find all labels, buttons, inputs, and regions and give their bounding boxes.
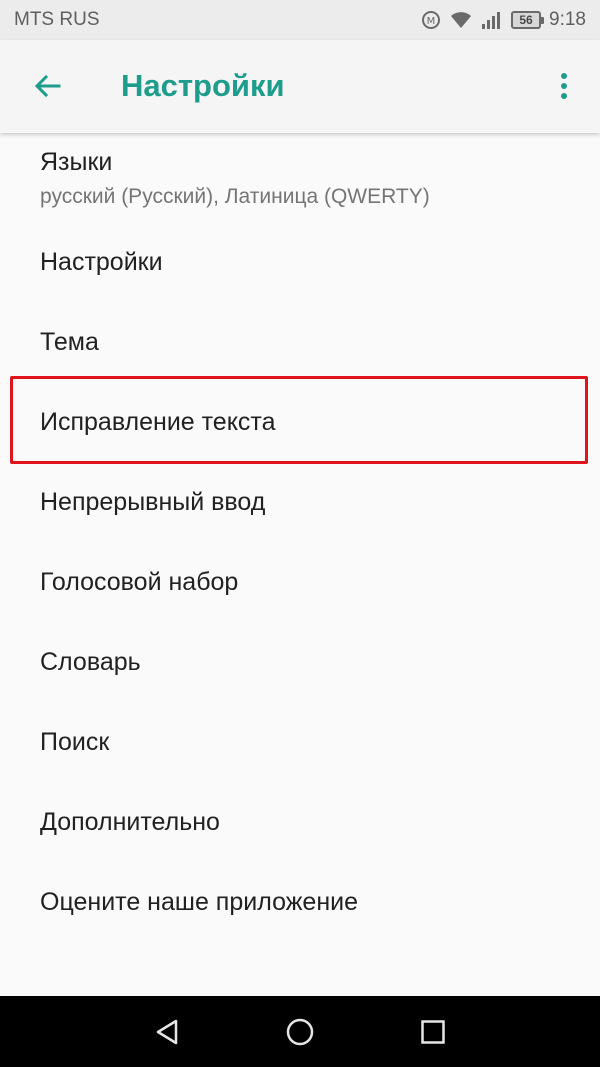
settings-item-voice-typing[interactable]: Голосовой набор: [0, 538, 600, 618]
svg-text:M: M: [427, 16, 436, 27]
back-triangle-icon: [156, 1019, 178, 1044]
wifi-icon: [449, 10, 473, 30]
status-bar: MTS RUS M 56 9:18: [0, 0, 600, 40]
battery-icon: 56: [511, 11, 545, 29]
home-circle-icon: [286, 1018, 314, 1045]
clock: 9:18: [549, 9, 586, 30]
data-saver-icon: M: [421, 10, 441, 30]
settings-item-text-correction[interactable]: Исправление текста: [0, 378, 600, 458]
settings-item-preferences[interactable]: Настройки: [0, 218, 600, 298]
signal-icon: [481, 10, 503, 30]
overflow-menu-button[interactable]: [544, 62, 584, 110]
carrier-label: MTS RUS: [14, 9, 100, 30]
page-title: Настройки: [121, 68, 285, 103]
item-label: Языки: [40, 148, 113, 176]
settings-item-advanced[interactable]: Дополнительно: [0, 778, 600, 858]
nav-back-button[interactable]: [132, 996, 202, 1067]
nav-recents-button[interactable]: [398, 996, 468, 1067]
settings-item-glide-typing[interactable]: Непрерывный ввод: [0, 458, 600, 538]
back-button[interactable]: [24, 62, 72, 110]
item-label: Оцените наше приложение: [40, 888, 358, 916]
settings-item-theme[interactable]: Тема: [0, 298, 600, 378]
battery-level: 56: [519, 13, 533, 27]
settings-item-rate-app[interactable]: Оцените наше приложение: [0, 858, 600, 938]
status-icons: M 56 9:18: [421, 9, 586, 31]
settings-item-dictionary[interactable]: Словарь: [0, 618, 600, 698]
nav-home-button[interactable]: [265, 996, 335, 1067]
item-label: Тема: [40, 328, 99, 356]
item-subtitle: русский (Русский), Латиница (QWERTY): [40, 185, 430, 208]
more-vert-icon: [561, 73, 567, 99]
arrow-left-icon: [34, 74, 61, 98]
item-label: Настройки: [40, 248, 163, 276]
screen: MTS RUS M 56 9:18 Настройки Языки русски…: [0, 0, 600, 1067]
navigation-bar: [0, 996, 600, 1067]
app-bar: Настройки: [0, 40, 600, 133]
item-label: Дополнительно: [40, 808, 220, 836]
item-label: Исправление текста: [40, 408, 276, 436]
item-label: Голосовой набор: [40, 568, 239, 596]
item-label: Непрерывный ввод: [40, 488, 266, 516]
recents-square-icon: [421, 1019, 445, 1044]
settings-item-search[interactable]: Поиск: [0, 698, 600, 778]
item-label: Поиск: [40, 728, 110, 756]
item-label: Словарь: [40, 648, 141, 676]
settings-item-languages[interactable]: Языки русский (Русский), Латиница (QWERT…: [0, 133, 600, 218]
